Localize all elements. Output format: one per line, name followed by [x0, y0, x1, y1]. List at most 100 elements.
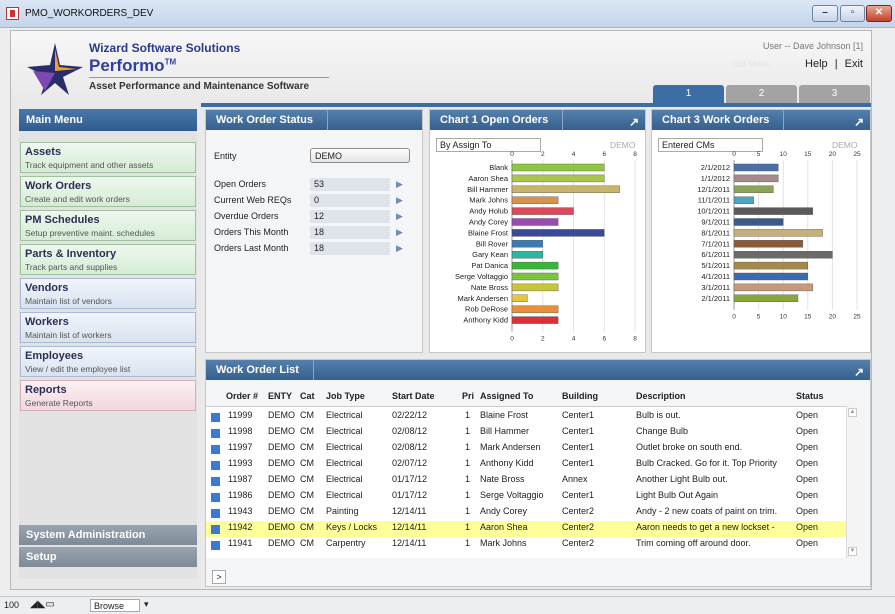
sidebar-item-label: PM Schedules	[25, 214, 100, 226]
sidebar-item-reports[interactable]: Reports Generate Reports	[20, 380, 196, 411]
play-arrow-icon[interactable]: ▶	[396, 243, 403, 254]
sidebar-item-pm-schedules[interactable]: PM Schedules Setup preventive maint. sch…	[20, 210, 196, 241]
status-value: 0	[310, 194, 390, 207]
zoom-icon[interactable]: ◢◣▭	[30, 599, 55, 610]
expand-arrow-icon[interactable]: ↗	[629, 112, 639, 132]
cell-building: Annex	[562, 474, 588, 484]
cell-pri: 1	[465, 538, 471, 548]
scroll-down-icon[interactable]: ▼	[848, 547, 857, 556]
close-button[interactable]: ✕	[866, 5, 892, 22]
cell-assigned-to: Serge Voltaggio	[480, 490, 544, 500]
category-label: Gary Kean	[472, 250, 508, 259]
zoom-level[interactable]: 100	[4, 600, 19, 610]
table-row[interactable]: 11999 DEMO CM Electrical 02/22/12 1 Blaine Fro…	[206, 409, 846, 425]
col-start-date[interactable]: Start Date	[392, 391, 435, 401]
sidebar-item-label: Workers	[25, 316, 69, 328]
sidebar-item-assets[interactable]: Assets Track equipment and other assets	[20, 142, 196, 173]
tab-1[interactable]: 1	[653, 85, 724, 103]
table-row[interactable]: 11997 DEMO CM Electrical 02/08/12 1 Mark Ander…	[206, 441, 846, 457]
minimize-button[interactable]: –	[812, 5, 838, 22]
cell-order-number: 11999	[228, 410, 253, 420]
table-row[interactable]: 11998 DEMO CM Electrical 02/08/12 1 Bill Hamme…	[206, 425, 846, 441]
tick-label-bottom: 8	[633, 336, 637, 343]
col-assigned-to[interactable]: Assigned To	[480, 391, 533, 401]
sidebar-item-desc: Maintain list of workers	[25, 330, 112, 340]
category-label: Mark Andersen	[458, 294, 508, 303]
status-row-open-orders[interactable]: Open Orders 53 ▶	[214, 178, 406, 191]
col-enty[interactable]: ENTY	[268, 391, 292, 401]
table-row[interactable]: 11993 DEMO CM Electrical 02/07/12 1 Anthony Ki…	[206, 457, 846, 473]
main-menu-sidebar: Main Menu Assets Track equipment and oth…	[19, 109, 197, 579]
status-label: Orders This Month	[214, 227, 289, 237]
col-order[interactable]: Order #	[226, 391, 258, 401]
tab-2[interactable]: 2	[726, 85, 797, 103]
play-arrow-icon[interactable]: ▶	[396, 227, 403, 238]
table-row[interactable]: 11987 DEMO CM Electrical 01/17/12 1 Nate Bross…	[206, 473, 846, 489]
mode-select[interactable]: Browse	[90, 599, 140, 612]
help-exit-links: Help | Exit	[801, 58, 863, 70]
table-row[interactable]: 11942 DEMO CM Keys / Locks 12/14/11 1 Aaron Sh…	[206, 521, 846, 537]
status-row-orders-this-month[interactable]: Orders This Month 18 ▶	[214, 226, 406, 239]
sidebar-item-workers[interactable]: Workers Maintain list of workers	[20, 312, 196, 343]
sidebar-item-label: Assets	[25, 146, 62, 158]
category-label: Anthony Kidd	[463, 316, 508, 325]
table-scrollbar[interactable]: ▲ ▼	[846, 406, 858, 558]
sidebar-item-vendors[interactable]: Vendors Maintain list of vendors	[20, 278, 196, 309]
status-row-orders-last-month[interactable]: Orders Last Month 18 ▶	[214, 242, 406, 255]
cell-cat: CM	[300, 442, 314, 452]
status-row-current-web-reqs[interactable]: Current Web REQs 0 ▶	[214, 194, 406, 207]
col-cat[interactable]: Cat	[300, 391, 315, 401]
old-menu-link[interactable]: Old Menu	[732, 59, 771, 69]
tick-label-bottom: 4	[572, 336, 576, 343]
entity-button[interactable]: DEMO	[310, 148, 410, 163]
sidebar-item-parts-inventory[interactable]: Parts & Inventory Track parts and suppli…	[20, 244, 196, 275]
cell-job-type: Electrical	[326, 442, 363, 452]
setup-button[interactable]: Setup	[19, 547, 197, 567]
status-value: 12	[310, 210, 390, 223]
cell-job-type: Electrical	[326, 426, 363, 436]
sidebar-item-work-orders[interactable]: Work Orders Create and edit work orders	[20, 176, 196, 207]
cell-cat: CM	[300, 538, 314, 548]
window-scrollbar[interactable]	[874, 30, 888, 590]
cell-description: Bulb is out.	[636, 410, 681, 420]
col-building[interactable]: Building	[562, 391, 598, 401]
row-marker-icon	[211, 445, 220, 454]
col-pri[interactable]: Pri	[462, 391, 474, 401]
col-status[interactable]: Status	[796, 391, 824, 401]
cell-enty: DEMO	[268, 506, 295, 516]
work-order-list-panel: Work Order List ↗ Order # ENTY Cat Job Ty…	[205, 359, 871, 587]
tick-label-bottom: 2	[541, 336, 545, 343]
table-row[interactable]: 11943 DEMO CM Painting 12/14/11 1 Andy Corey Ce…	[206, 505, 846, 521]
tick-label-bottom: 0	[510, 336, 514, 343]
product-name: PerformoTM	[89, 56, 176, 76]
tick-label-bottom: 15	[804, 314, 812, 321]
help-link[interactable]: Help	[805, 58, 828, 70]
category-label: 5/1/2011	[701, 261, 730, 270]
col-description[interactable]: Description	[636, 391, 686, 401]
play-arrow-icon[interactable]: ▶	[396, 179, 403, 190]
system-administration-button[interactable]: System Administration	[19, 525, 197, 545]
scroll-up-icon[interactable]: ▲	[848, 408, 857, 417]
col-job-type[interactable]: Job Type	[326, 391, 365, 401]
more-button[interactable]: >	[212, 570, 226, 584]
cell-status: Open	[796, 506, 819, 516]
entity-label: Entity	[214, 151, 237, 161]
status-row-overdue-orders[interactable]: Overdue Orders 12 ▶	[214, 210, 406, 223]
chevron-down-icon[interactable]: ▾	[144, 599, 149, 610]
panel-title: Chart 1 Open Orders	[440, 110, 564, 130]
play-arrow-icon[interactable]: ▶	[396, 211, 403, 222]
sidebar-item-employees[interactable]: Employees View / edit the employee list	[20, 346, 196, 377]
panel-body: By Assign To DEMO 0 0 2 2 4 4 6 6 8 8 Blank Aaron S…	[430, 130, 645, 352]
expand-arrow-icon[interactable]: ↗	[854, 112, 864, 132]
maximize-button[interactable]: ▫	[840, 5, 865, 22]
tab-3[interactable]: 3	[799, 85, 870, 103]
play-arrow-icon[interactable]: ▶	[396, 195, 403, 206]
sidebar-item-desc: Create and edit work orders	[25, 194, 130, 204]
table-row[interactable]: 11986 DEMO CM Electrical 01/17/12 1 Serge Volt…	[206, 489, 846, 505]
table-row[interactable]: 11941 DEMO CM Carpentry 12/14/11 1 Mark Johns C…	[206, 537, 846, 553]
cell-start-date: 01/17/12	[392, 474, 428, 484]
expand-arrow-icon[interactable]: ↗	[854, 362, 864, 382]
exit-link[interactable]: Exit	[845, 58, 863, 70]
cell-assigned-to: Bill Hammer	[480, 426, 530, 436]
cell-cat: CM	[300, 506, 314, 516]
